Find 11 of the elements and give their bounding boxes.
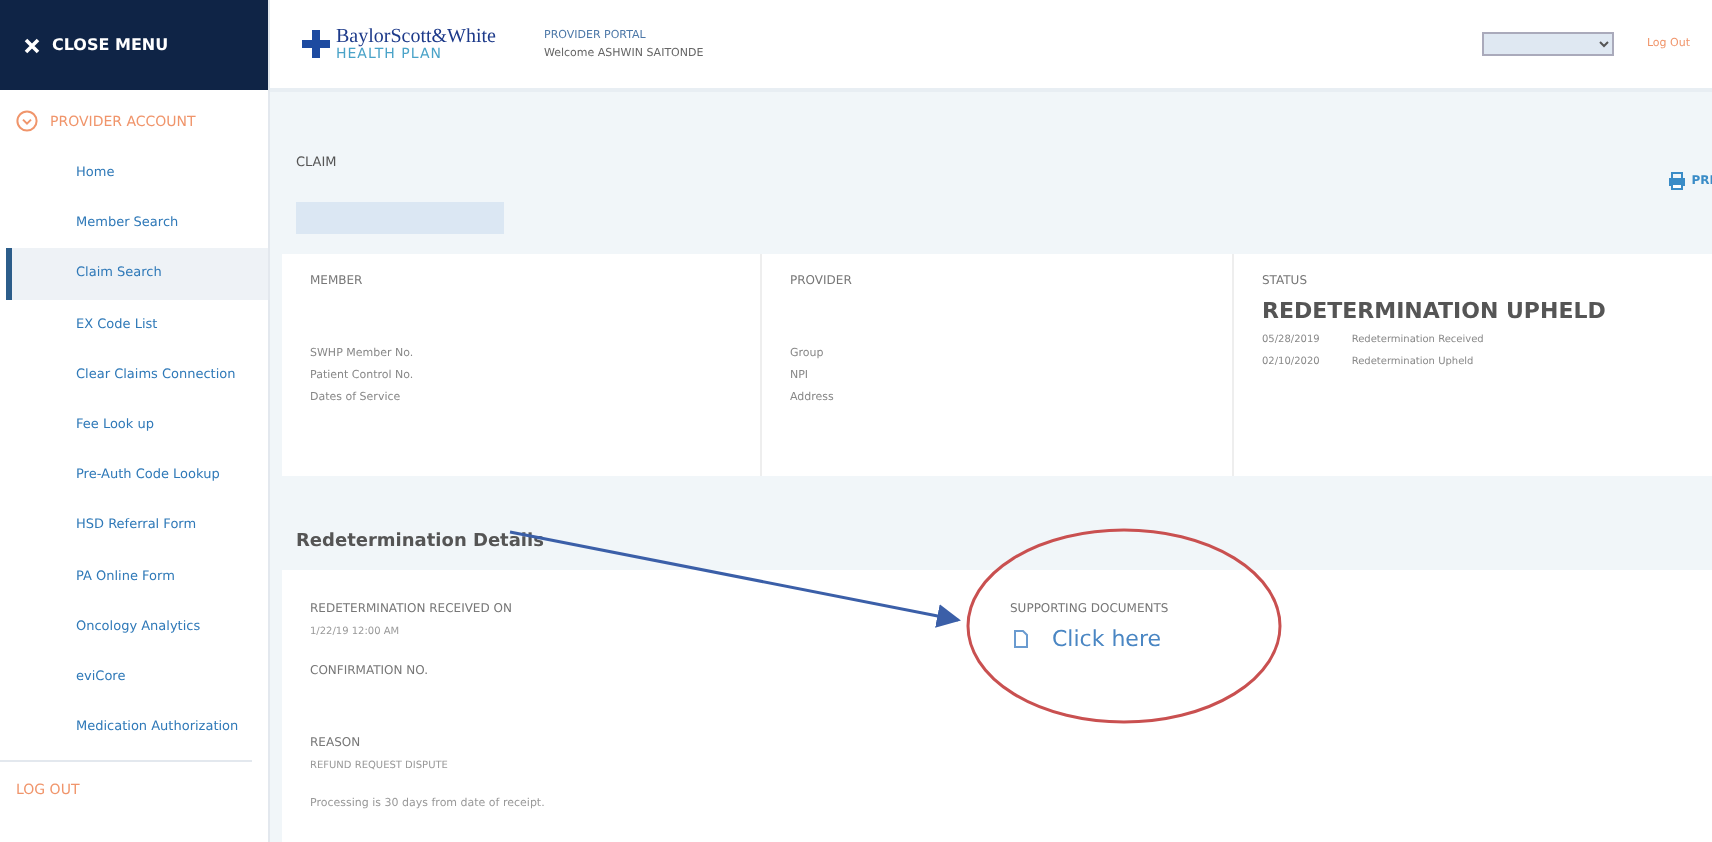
document-icon bbox=[1014, 630, 1028, 648]
logo-icon bbox=[302, 30, 330, 59]
printer-icon bbox=[1667, 172, 1686, 191]
logo-name: BaylorScott&White bbox=[336, 27, 496, 48]
chevron-circle-icon bbox=[16, 110, 38, 132]
details-title: Redetermination Details bbox=[296, 532, 544, 552]
documents-link[interactable]: Click here bbox=[1052, 626, 1161, 652]
close-icon bbox=[24, 37, 40, 53]
status-value: REDETERMINATION UPHELD bbox=[1262, 297, 1608, 324]
dropdown[interactable] bbox=[1482, 32, 1615, 57]
close-menu-button[interactable]: CLOSE MENU bbox=[0, 0, 268, 90]
